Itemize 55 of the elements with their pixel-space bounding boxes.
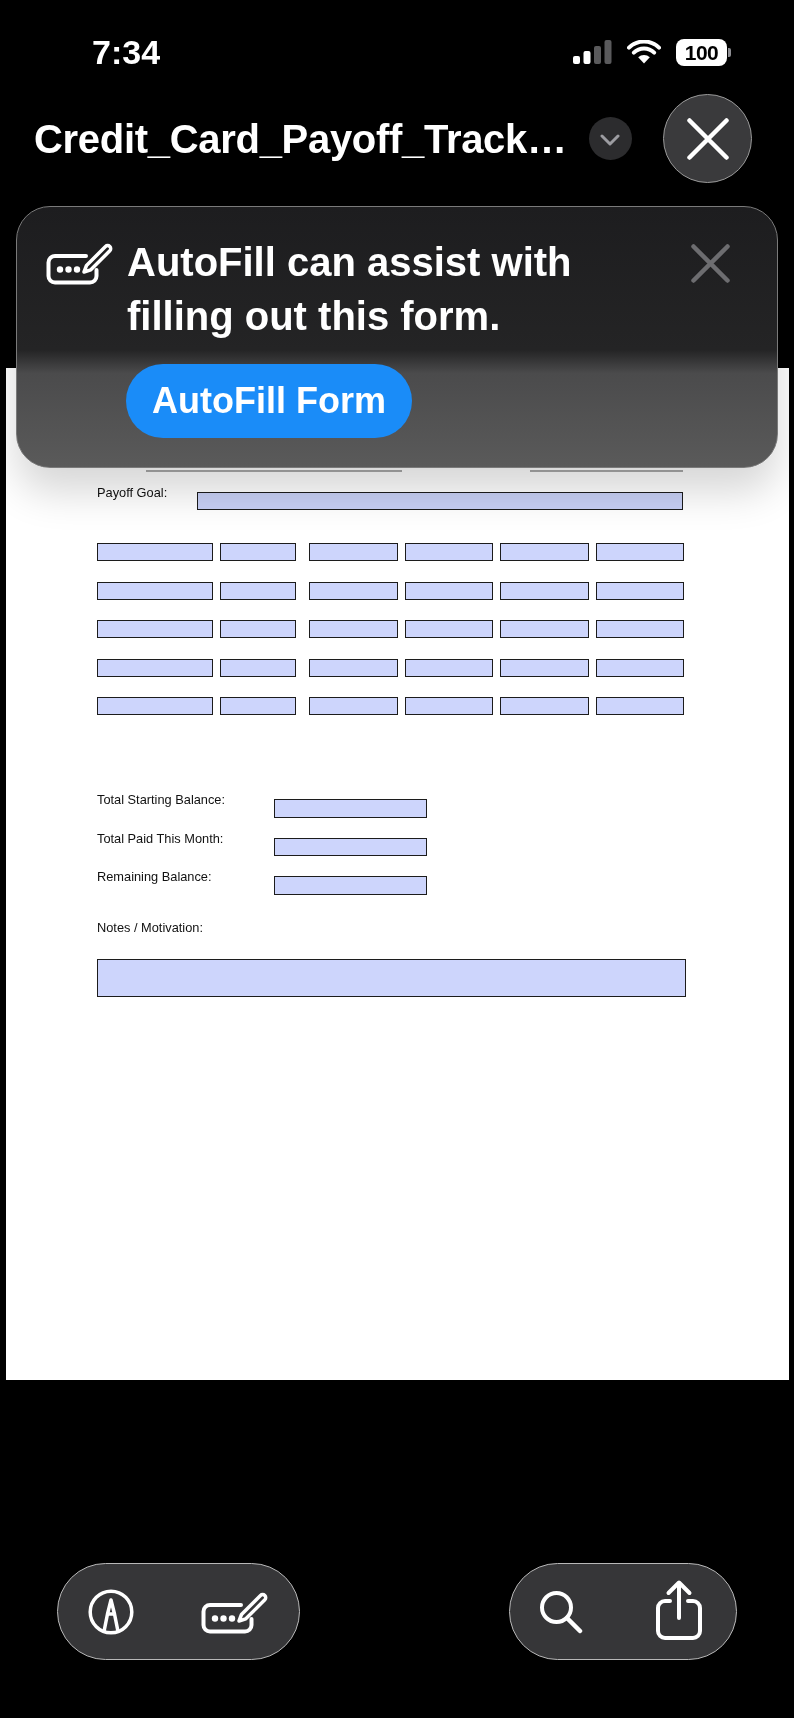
signal-icon (573, 40, 612, 64)
input-field[interactable] (97, 620, 213, 638)
autofill-form-button[interactable]: AutoFill Form (126, 364, 412, 438)
input-field[interactable] (220, 697, 296, 715)
banner-message: AutoFill can assist with filling out this form. (127, 239, 573, 340)
input-field[interactable] (595, 658, 684, 677)
input-field[interactable] (309, 658, 398, 677)
input-field[interactable] (595, 697, 684, 715)
input-field[interactable] (404, 620, 493, 638)
input-field[interactable] (97, 581, 213, 600)
input-field[interactable] (274, 876, 427, 895)
chevron-down-icon (600, 133, 621, 146)
input-field[interactable] (404, 581, 493, 600)
input-field[interactable] (404, 543, 493, 561)
battery-indicator: 100 (676, 38, 731, 66)
field-label: Total Paid This Month: (97, 830, 225, 846)
field-label: Notes / Motivation: (97, 920, 204, 935)
input-field[interactable] (309, 581, 398, 600)
input-field[interactable] (500, 620, 589, 638)
input-field[interactable] (197, 492, 683, 510)
input-field[interactable] (404, 658, 493, 677)
input-field[interactable] (309, 620, 398, 638)
input-field[interactable] (97, 658, 213, 677)
input-field[interactable] (309, 543, 398, 561)
input-field[interactable] (97, 959, 686, 997)
input-field[interactable] (404, 697, 493, 715)
close-icon (686, 117, 729, 160)
input-field[interactable] (500, 543, 589, 561)
wifi-icon (627, 40, 661, 64)
field-label: Payoff Goal: (97, 485, 169, 500)
close-icon[interactable] (691, 244, 730, 283)
input-field[interactable] (97, 543, 213, 561)
dropdown-button[interactable] (588, 117, 632, 160)
field-label: Remaining Balance: (97, 869, 213, 884)
document-title: Credit_Card_Payoff_Track… (34, 115, 567, 163)
input-field[interactable] (220, 581, 296, 600)
pen-nib-icon[interactable] (88, 1588, 134, 1635)
share-icon[interactable] (654, 1578, 704, 1641)
input-field[interactable] (595, 581, 684, 600)
input-field[interactable] (309, 697, 398, 715)
field-label: Total Starting Balance: (97, 792, 227, 807)
input-field[interactable] (500, 658, 589, 677)
input-field[interactable] (274, 837, 427, 856)
search-icon[interactable] (539, 1589, 583, 1634)
status-time: 7:34 (92, 33, 161, 73)
input-field[interactable] (595, 543, 684, 561)
input-field[interactable] (595, 620, 684, 638)
input-field[interactable] (220, 543, 296, 561)
input-field[interactable] (220, 620, 296, 638)
form-pencil-icon (46, 241, 113, 285)
input-field[interactable] (274, 799, 427, 818)
input-field[interactable] (500, 697, 589, 715)
input-field[interactable] (220, 658, 296, 677)
input-field[interactable] (97, 697, 213, 715)
input-field[interactable] (500, 581, 589, 600)
